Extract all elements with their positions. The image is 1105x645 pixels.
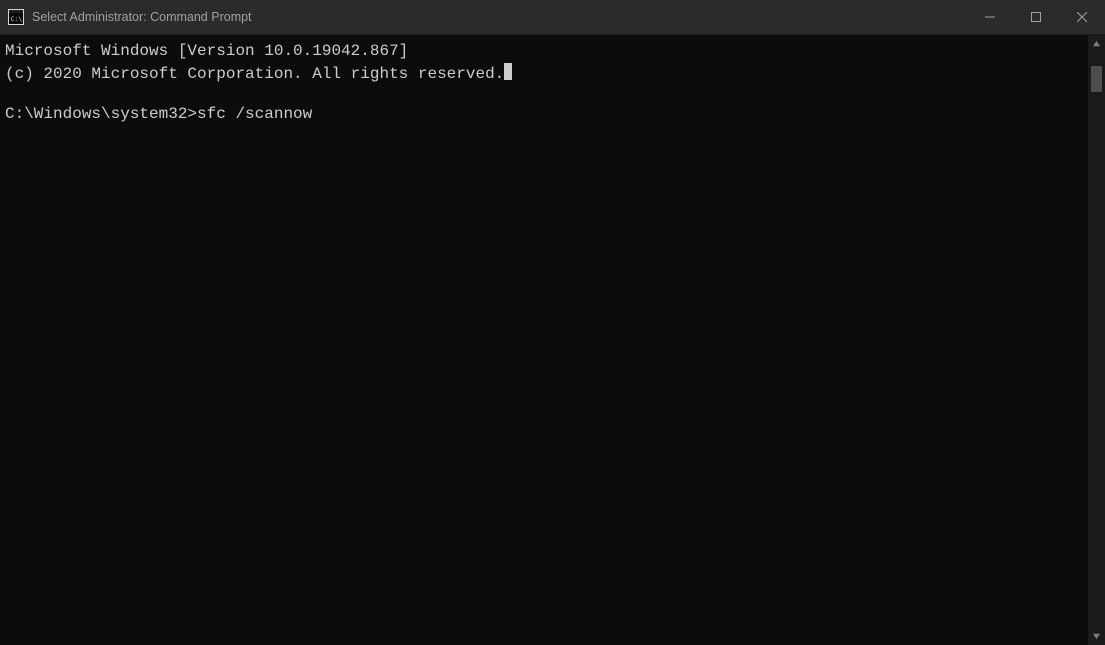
blank-line xyxy=(5,84,1083,104)
maximize-button[interactable] xyxy=(1013,0,1059,34)
titlebar-left: C:\ Select Administrator: Command Prompt xyxy=(0,9,252,25)
copyright-text: (c) 2020 Microsoft Corporation. All righ… xyxy=(5,65,504,83)
command-line: C:\Windows\system32>sfc /scannow xyxy=(5,104,1083,124)
version-line: Microsoft Windows [Version 10.0.19042.86… xyxy=(5,41,1083,61)
scroll-down-arrow-icon[interactable] xyxy=(1088,628,1105,645)
close-button[interactable] xyxy=(1059,0,1105,34)
titlebar[interactable]: C:\ Select Administrator: Command Prompt xyxy=(0,0,1105,35)
copyright-line: (c) 2020 Microsoft Corporation. All righ… xyxy=(5,61,1083,84)
scroll-thumb[interactable] xyxy=(1091,66,1102,92)
minimize-button[interactable] xyxy=(967,0,1013,34)
window-controls xyxy=(967,0,1105,34)
text-cursor xyxy=(504,63,512,80)
command-input[interactable]: sfc /scannow xyxy=(197,104,312,124)
vertical-scrollbar[interactable] xyxy=(1088,35,1105,645)
terminal-output[interactable]: Microsoft Windows [Version 10.0.19042.86… xyxy=(0,35,1088,645)
scroll-track[interactable] xyxy=(1088,52,1105,628)
scroll-up-arrow-icon[interactable] xyxy=(1088,35,1105,52)
prompt-text: C:\Windows\system32> xyxy=(5,104,197,124)
content-area: Microsoft Windows [Version 10.0.19042.86… xyxy=(0,35,1105,645)
cmd-app-icon: C:\ xyxy=(8,9,24,25)
window-title: Select Administrator: Command Prompt xyxy=(32,10,252,24)
svg-text:C:\: C:\ xyxy=(11,15,23,23)
